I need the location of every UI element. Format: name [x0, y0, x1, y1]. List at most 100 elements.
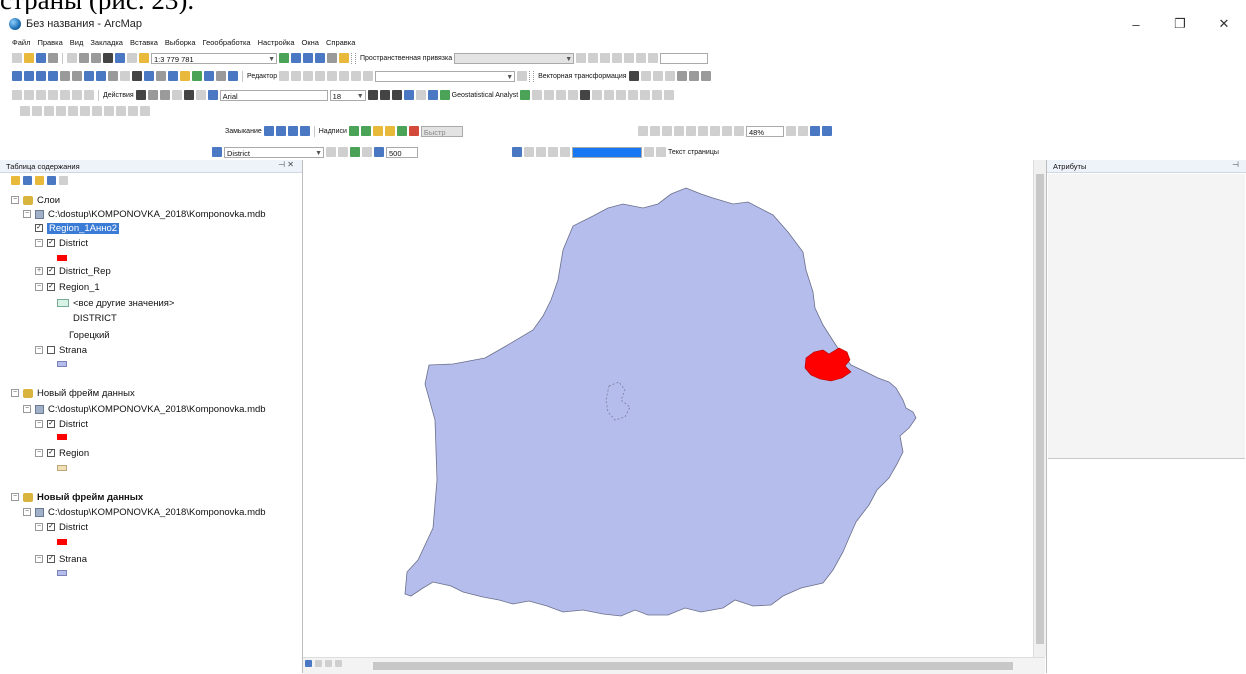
create-viewer-icon[interactable] — [228, 71, 238, 81]
tree-row-layer[interactable]: − ✓ Region — [35, 446, 89, 460]
strana-symbol-swatch[interactable] — [57, 570, 67, 576]
forward-icon[interactable] — [96, 71, 106, 81]
collapse-icon[interactable]: − — [11, 493, 19, 501]
tree-row-layer[interactable]: − ✓ District — [35, 520, 88, 534]
underline-icon[interactable] — [391, 90, 402, 100]
collapse-icon[interactable]: − — [35, 346, 43, 354]
line-color-icon[interactable] — [427, 90, 438, 100]
map-horizontal-scrollbar[interactable] — [303, 657, 1045, 674]
redo-icon[interactable] — [127, 53, 137, 63]
print-icon[interactable] — [48, 53, 58, 63]
rectangle-icon[interactable] — [171, 90, 182, 100]
actions-menu[interactable]: Действия — [103, 92, 134, 99]
lock-labels-icon[interactable] — [384, 126, 395, 136]
find-icon[interactable] — [180, 71, 190, 81]
view-unplaced-labels-icon[interactable] — [408, 126, 419, 136]
toolbar-grip[interactable] — [351, 52, 356, 64]
district-symbol-swatch[interactable] — [57, 255, 67, 261]
table-of-contents-icon[interactable] — [291, 53, 301, 63]
layer-visibility-checkbox[interactable] — [47, 346, 55, 354]
collapse-icon[interactable]: − — [11, 196, 19, 204]
tree-row-layer[interactable]: − ✓ District — [35, 236, 88, 250]
tree-row-frame[interactable]: − Новый фрейм данных — [11, 386, 135, 400]
paste-icon[interactable] — [91, 53, 101, 63]
edit-task-combo[interactable]: ▼ — [375, 70, 516, 82]
copy-icon[interactable] — [79, 53, 89, 63]
pause-labeling-icon[interactable] — [396, 126, 407, 136]
adjust-value-field[interactable] — [660, 52, 709, 64]
menu-help[interactable]: Справка — [326, 38, 355, 47]
marker-color-icon[interactable] — [439, 90, 450, 100]
zoom-out-icon[interactable] — [24, 71, 34, 81]
vector-transform-menu[interactable]: Векторная трансформация — [538, 73, 626, 80]
back-icon[interactable] — [84, 71, 94, 81]
close-button[interactable]: ✕ — [1202, 14, 1246, 34]
region-symbol-swatch[interactable] — [57, 465, 67, 471]
tree-row-frame-layers[interactable]: − Слои — [11, 193, 60, 207]
map-canvas[interactable] — [303, 160, 1043, 657]
minimize-button[interactable]: – — [1114, 14, 1158, 34]
pause-drawing-icon[interactable] — [335, 660, 342, 667]
label-weight-icon[interactable] — [372, 126, 383, 136]
menu-geoprocessing[interactable]: Геообработка — [203, 38, 251, 47]
attributes-list-box[interactable] — [1048, 174, 1245, 459]
measure-icon[interactable] — [168, 71, 178, 81]
snapping-menu[interactable]: Замыкание — [225, 128, 262, 135]
go-to-xy-icon[interactable] — [204, 71, 214, 81]
district-symbol-swatch[interactable] — [57, 539, 67, 545]
catalog-icon[interactable] — [303, 53, 313, 63]
collapse-icon[interactable]: − — [35, 283, 43, 291]
find-route-icon[interactable] — [192, 71, 202, 81]
fixed-zoom-in-icon[interactable] — [60, 71, 70, 81]
layout-zoom-icon[interactable] — [674, 126, 684, 136]
target-layer-combo[interactable]: District ▼ — [224, 146, 324, 158]
layout-tool-icon[interactable] — [722, 126, 732, 136]
new-document-icon[interactable] — [12, 53, 22, 63]
map-display[interactable] — [303, 160, 1043, 657]
layout-pan-icon[interactable] — [662, 126, 672, 136]
collapse-icon[interactable]: − — [35, 523, 43, 531]
toggle-draft-icon[interactable] — [786, 126, 796, 136]
grid-icon[interactable] — [700, 71, 711, 81]
data-view-icon[interactable] — [305, 660, 312, 667]
globe-icon[interactable] — [580, 90, 591, 100]
menu-customize[interactable]: Настройка — [258, 38, 295, 47]
menu-selection[interactable]: Выборка — [165, 38, 196, 47]
clear-selection-icon[interactable] — [120, 71, 130, 81]
menu-edit[interactable]: Правка — [37, 38, 62, 47]
list-by-visibility-icon[interactable] — [35, 176, 44, 185]
list-by-drawing-order-icon[interactable] — [11, 176, 20, 185]
labeling-menu[interactable]: Надписи — [319, 128, 347, 135]
layout-tool-icon[interactable] — [710, 126, 720, 136]
list-by-source-icon[interactable] — [23, 176, 32, 185]
label-manager-icon[interactable] — [348, 126, 359, 136]
expand-icon[interactable]: + — [35, 267, 43, 275]
collapse-icon[interactable]: − — [23, 508, 31, 516]
collapse-icon[interactable]: − — [23, 210, 31, 218]
collapse-icon[interactable]: − — [35, 449, 43, 457]
font-size-combo[interactable]: 18 ▼ — [329, 89, 366, 101]
layer-visibility-checkbox[interactable]: ✓ — [47, 420, 55, 428]
pin-close-icons[interactable]: ⊣ ✕ — [278, 160, 294, 169]
tree-row-database[interactable]: − C:\dostup\KOMPONOVKA_2018\Komponovka.m… — [23, 505, 266, 519]
delete-icon[interactable] — [103, 53, 113, 63]
page-text-menu[interactable]: Текст страницы — [668, 149, 719, 156]
layer-visibility-checkbox[interactable]: ✓ — [47, 523, 55, 531]
layout-view-icon[interactable] — [315, 660, 322, 667]
grid-icon[interactable] — [688, 71, 699, 81]
select-features-icon[interactable] — [108, 71, 118, 81]
zoom-whole-page-icon[interactable] — [159, 90, 170, 100]
open-folder-icon[interactable] — [24, 53, 34, 63]
tree-row-database[interactable]: − C:\dostup\KOMPONOVKA_2018\Komponovka.m… — [23, 402, 266, 416]
layer-visibility-checkbox[interactable]: ✓ — [35, 224, 43, 232]
tree-row-frame-active[interactable]: − Новый фрейм данных — [11, 490, 143, 504]
layer-visibility-checkbox[interactable]: ✓ — [47, 239, 55, 247]
other-values-swatch[interactable] — [57, 299, 69, 307]
layer-visibility-checkbox[interactable]: ✓ — [47, 555, 55, 563]
collapse-icon[interactable]: − — [35, 555, 43, 563]
editor-menu[interactable]: Редактор — [247, 73, 277, 80]
html-popup-icon[interactable] — [156, 71, 166, 81]
geostatistical-analyst-menu[interactable]: Geostatistical Analyst — [452, 92, 519, 99]
tree-row-layer[interactable]: − ✓ Region_1 — [35, 280, 100, 294]
tree-row-layer[interactable]: − ✓ District — [35, 417, 88, 431]
